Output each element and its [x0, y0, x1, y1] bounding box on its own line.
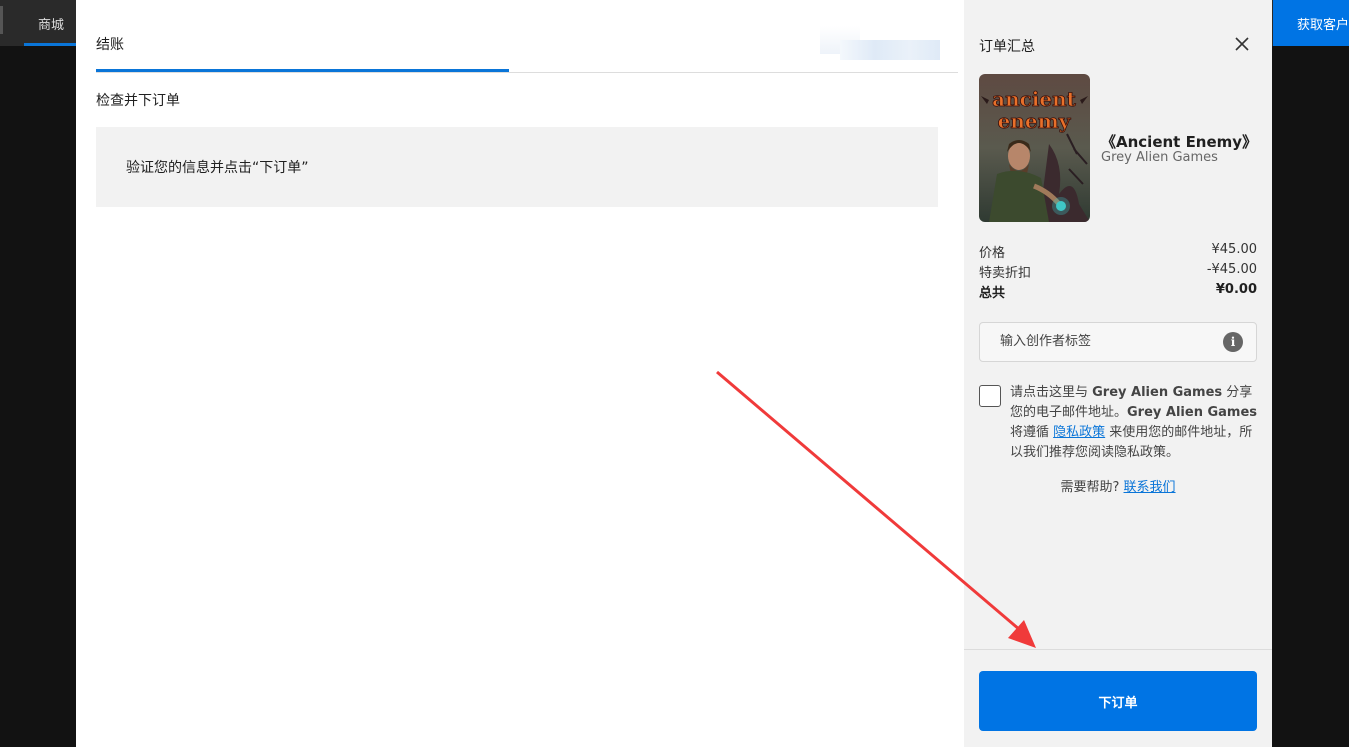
total-value: ¥0.00 — [1215, 282, 1257, 297]
checkout-main: 结账 检查并下订单 验证您的信息并点击“下订单” — [76, 0, 964, 747]
nav-store[interactable]: 商城 — [38, 14, 64, 33]
cover-title-text-2: enemy — [998, 109, 1072, 133]
verify-info-box: 验证您的信息并点击“下订单” — [96, 127, 938, 207]
price-value: ¥45.00 — [1211, 242, 1258, 257]
get-client-button[interactable]: 获取客户 — [1273, 0, 1349, 46]
creator-tag-input[interactable] — [980, 323, 1230, 359]
price-label: 价格 — [979, 246, 1006, 261]
order-summary-panel: 订单汇总 ancient enemy 《Ancient Enemy》 Grey … — [964, 0, 1272, 747]
blurred-account-info — [840, 40, 940, 60]
consent-text-3: 将遵循 — [1010, 425, 1054, 440]
cover-title-text-1: ancient — [992, 87, 1077, 111]
contact-us-link[interactable]: 联系我们 — [1124, 480, 1176, 495]
checkout-modal: 结账 检查并下订单 验证您的信息并点击“下订单” 订单汇总 ancient en… — [76, 0, 1272, 747]
review-section-title: 检查并下订单 — [96, 93, 180, 109]
product-publisher: Grey Alien Games — [1101, 150, 1218, 165]
tab-checkout[interactable]: 结账 — [96, 34, 124, 54]
help-text: 需要帮助? — [1060, 480, 1124, 495]
store-logo-edge — [0, 6, 3, 34]
discount-label: 特卖折扣 — [979, 266, 1032, 281]
tab-active-indicator — [96, 69, 509, 72]
get-client-label: 获取客户 — [1297, 18, 1349, 33]
footer-divider — [964, 649, 1272, 650]
share-email-checkbox[interactable] — [979, 385, 1001, 407]
product-title: 《Ancient Enemy》 — [1101, 133, 1258, 151]
info-icon[interactable]: i — [1223, 332, 1243, 352]
product-cover-image: ancient enemy — [979, 74, 1090, 222]
total-row: 总共 ¥0.00 — [979, 282, 1257, 302]
consent-publisher-2: Grey Alien Games — [1127, 405, 1258, 420]
order-summary-title: 订单汇总 — [979, 39, 1035, 55]
price-row: 价格 ¥45.00 — [979, 242, 1257, 262]
tab-divider — [96, 72, 958, 73]
nav-store-underline — [24, 43, 76, 46]
place-order-button[interactable]: 下订单 — [979, 671, 1257, 731]
close-button[interactable] — [1232, 34, 1252, 54]
consent-publisher-1: Grey Alien Games — [1092, 385, 1223, 400]
discount-row: 特卖折扣 -¥45.00 — [979, 262, 1257, 282]
discount-value: -¥45.00 — [1206, 262, 1257, 277]
help-line: 需要帮助? 联系我们 — [964, 476, 1272, 495]
consent-text-1: 请点击这里与 — [1010, 385, 1093, 400]
verify-info-message: 验证您的信息并点击“下订单” — [126, 160, 309, 176]
total-label: 总共 — [979, 286, 1006, 301]
creator-tag-field: i — [979, 322, 1257, 362]
share-email-consent-text: 请点击这里与 Grey Alien Games 分享您的电子邮件地址。Grey … — [1010, 383, 1262, 463]
privacy-policy-link[interactable]: 隐私政策 — [1053, 425, 1105, 440]
close-icon — [1235, 37, 1249, 51]
